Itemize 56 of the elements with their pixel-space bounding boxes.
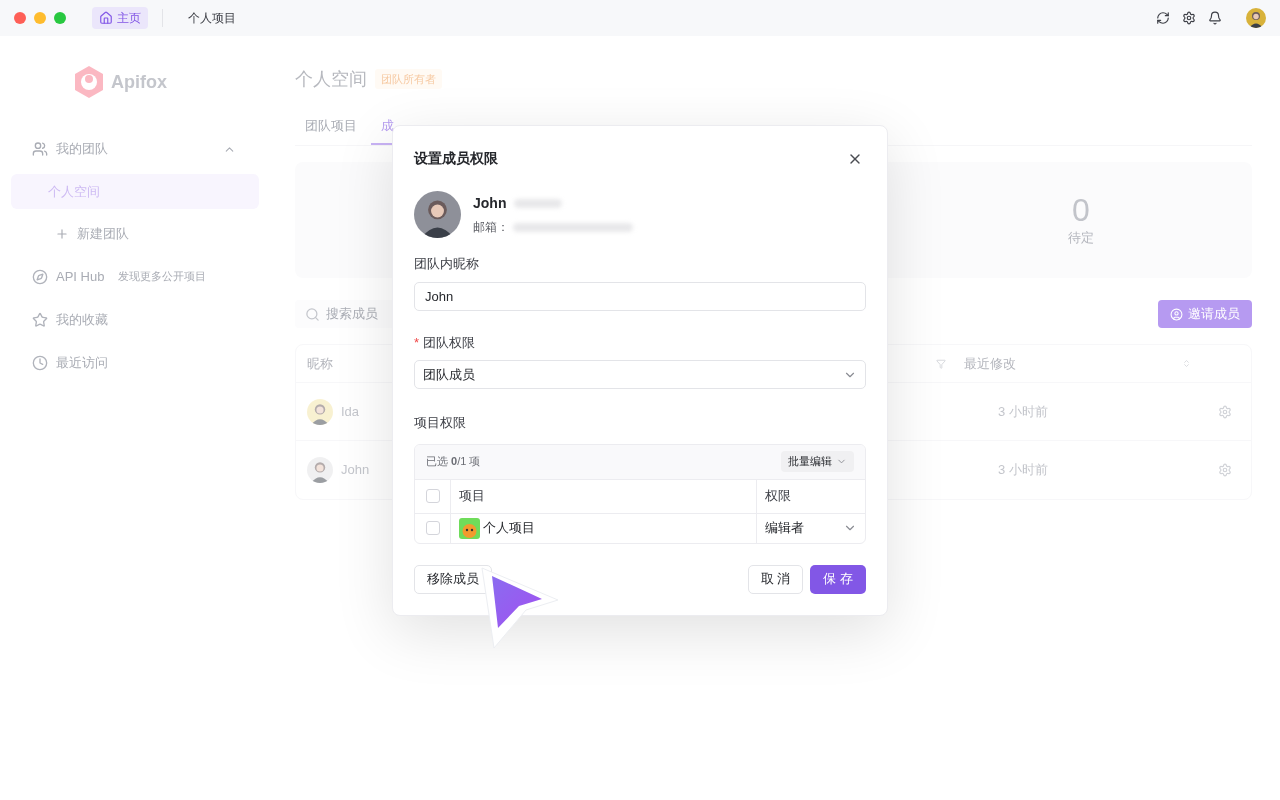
sidebar-link[interactable]: 我的收藏: [56, 309, 108, 330]
clock-icon: [32, 354, 48, 371]
team-group-toggle[interactable]: 我的团队: [11, 128, 259, 170]
selection-count: 已选 0/1 项: [426, 454, 481, 470]
modified-time: 3 小时前: [998, 402, 1049, 421]
role-tag: 团队所有者: [375, 68, 442, 90]
compass-icon: [32, 268, 48, 285]
column-header: 昵称: [306, 354, 334, 373]
member-name: Ida: [341, 402, 360, 421]
save-button[interactable]: 保 存: [810, 564, 866, 594]
project-name: 个人项目: [483, 519, 535, 538]
plus-icon: [55, 227, 69, 241]
project-icon: [459, 517, 480, 539]
checkbox[interactable]: [425, 489, 440, 503]
search-icon: [305, 306, 320, 322]
page-title: 个人空间: [295, 67, 367, 91]
home-icon: [99, 11, 113, 25]
column-header: 项目: [459, 487, 485, 506]
filter-icon[interactable]: [936, 358, 946, 369]
logo-icon: [73, 65, 105, 99]
settings-icon[interactable]: [1182, 11, 1196, 25]
email-label: 邮箱：: [473, 219, 509, 236]
permission-select[interactable]: 编辑者: [757, 513, 865, 543]
column-header: 最近修改: [964, 354, 1016, 373]
batch-edit-button[interactable]: 批量编辑: [781, 451, 854, 472]
role-select[interactable]: 团队成员: [414, 360, 866, 389]
stat-value: 0: [1072, 192, 1090, 229]
checkbox[interactable]: [425, 521, 440, 535]
link-note: 发现更多公开项目: [118, 269, 207, 285]
user-name: John: [473, 194, 507, 213]
logo-text: Apifox: [111, 70, 167, 94]
sort-icon[interactable]: [1182, 359, 1191, 368]
window-tab[interactable]: 主页: [92, 7, 148, 29]
sidebar-link[interactable]: 最近访问: [56, 352, 108, 373]
star-icon: [32, 311, 48, 328]
field-label: 项目权限: [414, 414, 467, 432]
sidebar-link[interactable]: API Hub: [56, 266, 105, 287]
sync-icon[interactable]: [1156, 11, 1170, 25]
window-tab[interactable]: 个人项目: [181, 7, 243, 29]
dialog-title: 设置成员权限: [414, 149, 498, 168]
field-label: 团队内昵称: [414, 255, 480, 273]
column-header: 权限: [765, 487, 791, 506]
stat-label: 待定: [1068, 229, 1094, 248]
users-icon: [32, 141, 48, 157]
field-label: 团队权限: [423, 333, 476, 352]
new-team-button[interactable]: 新建团队: [11, 213, 259, 255]
required-mark: *: [414, 333, 420, 352]
page-tab[interactable]: 团队项目: [295, 108, 367, 145]
cancel-button[interactable]: 取 消: [747, 564, 804, 594]
member-name: John: [341, 461, 370, 480]
user-icon: [1170, 307, 1183, 321]
search-field[interactable]: 搜索成员: [326, 304, 396, 324]
modified-time: 3 小时前: [998, 461, 1049, 480]
nickname-field[interactable]: John: [414, 281, 866, 311]
invite-button[interactable]: 邀请成员: [1158, 300, 1252, 328]
bell-icon[interactable]: [1208, 11, 1222, 25]
